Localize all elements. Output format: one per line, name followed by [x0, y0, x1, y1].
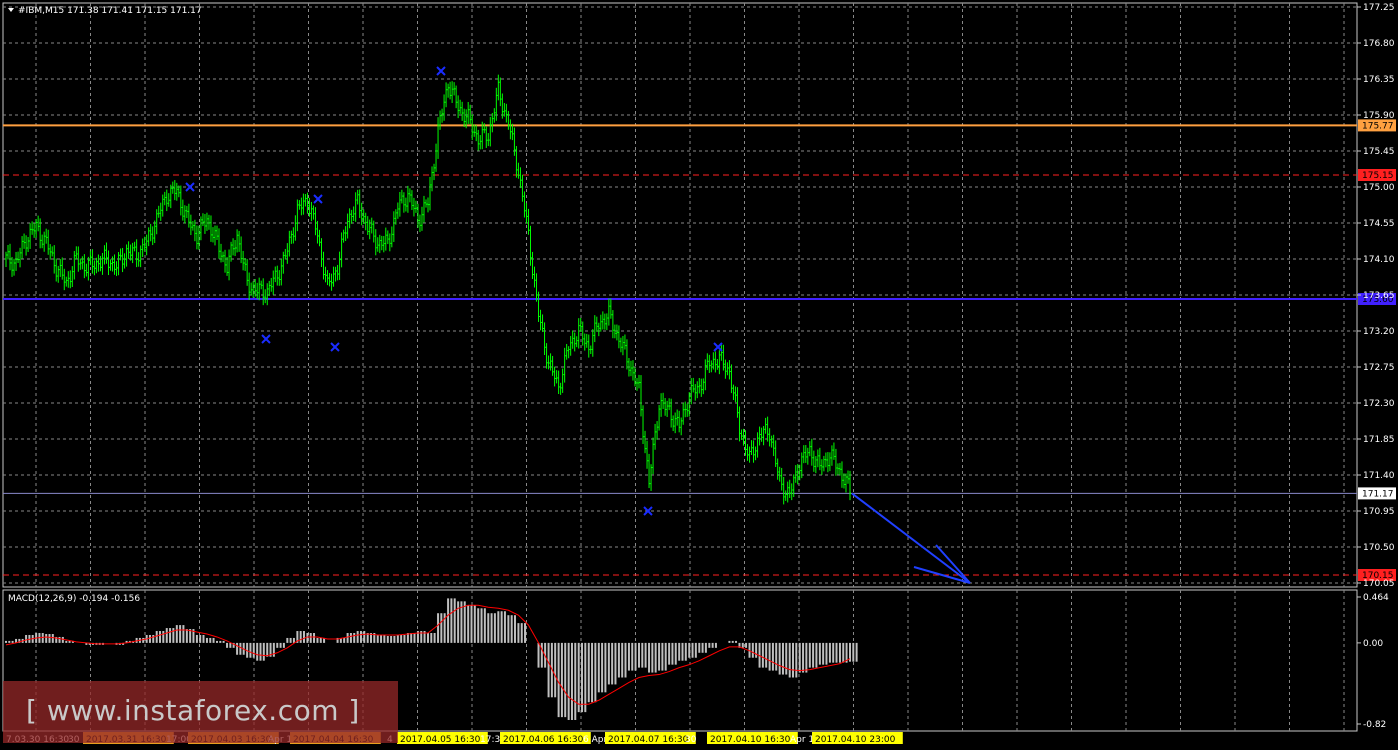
macd-y-tick-label: 0.00 — [1363, 639, 1383, 649]
y-tick-label: 170.05 — [1363, 579, 1395, 589]
chart-canvas: 175.77175.15173.60170.15171.17 177.25176… — [0, 0, 1398, 750]
y-tick-label: 172.75 — [1363, 363, 1395, 373]
macd-y-tick-label: 0.464 — [1363, 593, 1389, 603]
time-label: 2017.04.05 16:30 — [400, 735, 481, 745]
time-label: 30 — [685, 735, 697, 745]
y-tick-label: 174.10 — [1363, 255, 1395, 265]
watermark-text: [ www.instaforex.com ] — [26, 694, 360, 727]
y-tick-label: 173.65 — [1363, 291, 1395, 301]
macd-y-tick-label: -0.82 — [1363, 720, 1386, 730]
symbol-header: #IBM,M15 171.38 171.41 171.15 171.17 — [18, 6, 202, 16]
level-label-current: 171.17 — [1362, 489, 1394, 499]
chart-background — [0, 0, 1398, 750]
y-tick-label: 171.40 — [1363, 471, 1395, 481]
y-tick-label: 176.35 — [1363, 75, 1395, 85]
y-tick-label: 170.50 — [1363, 543, 1395, 553]
y-tick-label: 175.00 — [1363, 183, 1395, 193]
y-tick-label: 175.45 — [1363, 147, 1395, 157]
y-tick-label: 177.25 — [1363, 3, 1395, 13]
time-label: 2017.04.06 16:30 — [503, 735, 584, 745]
macd-label: MACD(12,26,9) -0.194 -0.156 — [8, 594, 140, 604]
time-label: 2017.04.10 16:30 — [710, 735, 791, 745]
time-label: 6 Apr — [583, 735, 607, 745]
time-label: 2017.04.10 23:00 — [815, 735, 896, 745]
y-tick-label: 175.90 — [1363, 111, 1395, 121]
y-tick-label: 173.20 — [1363, 327, 1395, 337]
y-tick-label: 170.95 — [1363, 507, 1395, 517]
level-label-resistance: 175.77 — [1362, 121, 1394, 131]
y-tick-label: 174.55 — [1363, 219, 1395, 229]
y-tick-label: 172.30 — [1363, 399, 1395, 409]
y-tick-label: 171.85 — [1363, 435, 1395, 445]
time-label: 2017.04.07 16:30 — [608, 735, 689, 745]
y-tick-label: 176.80 — [1363, 39, 1395, 49]
level-label-level_red_upper: 175.15 — [1362, 171, 1394, 181]
